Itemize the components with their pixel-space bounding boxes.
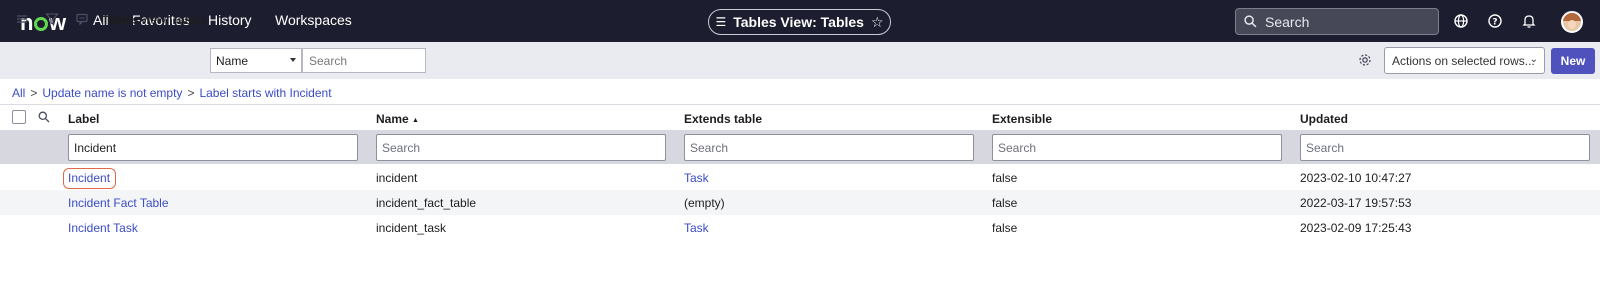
svg-text:?: ? <box>1492 18 1497 28</box>
column-header-name-text: Name <box>376 112 409 126</box>
star-icon[interactable]: ☆ <box>871 14 884 31</box>
list-title: Tables <box>102 13 140 27</box>
row-updated: 2022-03-17 19:57:53 <box>1300 196 1412 210</box>
comment-icon[interactable] <box>75 12 89 26</box>
column-header-updated[interactable]: Updated <box>1300 112 1348 126</box>
row-extends-empty: (empty) <box>684 196 725 210</box>
list-icon: ☰ <box>715 15 727 29</box>
filter-input-extends-table[interactable]: Search <box>684 134 974 161</box>
search-icon <box>1244 15 1257 28</box>
breadcrumb-separator: > <box>187 86 195 100</box>
column-header-extends-table[interactable]: Extends table <box>684 112 762 126</box>
chevron-down-icon: ⌄ <box>1529 54 1538 65</box>
filter-icon[interactable] <box>45 12 59 26</box>
row-extensible: false <box>992 171 1018 185</box>
row-extensible: false <box>992 196 1018 210</box>
row-name: incident <box>376 171 418 185</box>
breadcrumb-all[interactable]: All <box>12 86 25 100</box>
nav-workspaces[interactable]: Workspaces <box>275 12 352 28</box>
user-avatar[interactable] <box>1561 11 1583 33</box>
row-name: incident_task <box>376 221 447 235</box>
context-pill-label: Tables View: Tables <box>733 14 864 30</box>
new-button[interactable]: New <box>1551 48 1595 74</box>
row-label-link[interactable]: Incident Fact Table <box>68 196 169 210</box>
context-pill[interactable]: ☰ Tables View: Tables ☆ <box>708 9 891 35</box>
search-field-select[interactable]: Name <box>210 48 302 73</box>
row-updated: 2023-02-09 17:25:43 <box>1300 221 1412 235</box>
globe-icon[interactable] <box>1453 13 1469 29</box>
list-search-input[interactable]: Search <box>302 48 426 73</box>
table-row: Incident incident Task false 2023-02-10 … <box>0 165 1600 190</box>
row-label-link[interactable]: Incident Task <box>68 221 138 235</box>
global-search[interactable]: Search <box>1235 8 1439 35</box>
actions-select[interactable]: Actions on selected rows... ⌄ <box>1384 47 1545 74</box>
help-icon[interactable]: ? <box>1487 13 1503 29</box>
filter-input-name[interactable]: Search <box>376 134 666 161</box>
filter-input-extensible[interactable]: Search <box>992 134 1282 161</box>
column-header-name[interactable]: Name ▲ <box>376 112 419 126</box>
filter-input-updated[interactable]: Search <box>1300 134 1590 161</box>
search-icon[interactable] <box>38 111 50 123</box>
row-extensible: false <box>992 221 1018 235</box>
top-nav: nw All Favorites History Workspaces ☰ Ta… <box>0 0 1600 42</box>
column-header-extensible[interactable]: Extensible <box>992 112 1052 126</box>
sort-ascending-icon: ▲ <box>412 117 419 124</box>
row-updated: 2023-02-10 10:47:27 <box>1300 171 1412 185</box>
breadcrumb-separator: > <box>30 86 38 100</box>
row-extends-link[interactable]: Task <box>684 171 709 185</box>
row-extends-link[interactable]: Task <box>684 221 709 235</box>
caret-down-icon <box>290 58 296 62</box>
nav-history[interactable]: History <box>208 12 252 28</box>
actions-select-value: Actions on selected rows... <box>1392 54 1535 68</box>
row-name: incident_fact_table <box>376 196 477 210</box>
table-row: Incident Fact Table incident_fact_table … <box>0 190 1600 215</box>
breadcrumb: All > Update name is not empty > Label start… <box>12 86 332 100</box>
global-search-placeholder: Search <box>1265 13 1310 30</box>
column-header-label[interactable]: Label <box>68 112 99 126</box>
list-view-label[interactable]: View: Tables <box>140 13 207 27</box>
filter-input-label[interactable]: Incident <box>68 134 358 161</box>
breadcrumb-condition-2[interactable]: Label starts with Incident <box>199 86 331 100</box>
gear-icon[interactable] <box>1358 53 1372 67</box>
select-all-checkbox[interactable] <box>12 110 26 124</box>
table-header: Label Name ▲ Extends table Extensible Up… <box>0 104 1600 130</box>
hamburger-menu-icon[interactable] <box>15 12 29 26</box>
breadcrumb-condition-1[interactable]: Update name is not empty <box>42 86 182 100</box>
search-field-value: Name <box>216 54 249 68</box>
bell-icon[interactable] <box>1521 13 1537 29</box>
table-row: Incident Task incident_task Task false 2… <box>0 215 1600 240</box>
focus-highlight <box>63 168 116 189</box>
